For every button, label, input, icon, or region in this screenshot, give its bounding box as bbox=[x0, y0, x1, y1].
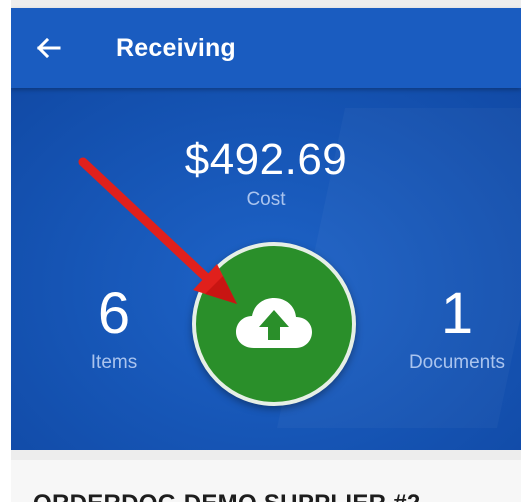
cost-value: $492.69 bbox=[184, 135, 348, 184]
documents-label: Documents bbox=[408, 352, 506, 373]
receiving-summary: $492.69 Cost 6 Items 1 Documents bbox=[11, 88, 521, 450]
app-bar: Receiving bbox=[11, 8, 521, 88]
cost-label: Cost bbox=[246, 189, 286, 210]
documents-count: 1 bbox=[440, 281, 474, 346]
supplier-name: ORDERDOG DEMO SUPPLIER #2 bbox=[33, 490, 421, 502]
documents-stat[interactable]: 1 Documents bbox=[397, 284, 517, 374]
arrow-left-icon bbox=[36, 37, 61, 59]
page-title: Receiving bbox=[116, 34, 236, 62]
device-frame: Receiving $492.69 Cost 6 Items 1 Documen… bbox=[0, 0, 524, 502]
items-stat[interactable]: 6 Items bbox=[59, 284, 169, 374]
items-count: 6 bbox=[97, 281, 131, 346]
supplier-list-item[interactable]: ORDERDOG DEMO SUPPLIER #2 bbox=[11, 460, 521, 502]
cloud-upload-icon bbox=[236, 298, 312, 348]
app-screen: Receiving $492.69 Cost 6 Items 1 Documen… bbox=[11, 0, 521, 502]
upload-button[interactable] bbox=[192, 242, 356, 406]
back-button[interactable] bbox=[31, 30, 71, 66]
items-label: Items bbox=[90, 352, 138, 373]
